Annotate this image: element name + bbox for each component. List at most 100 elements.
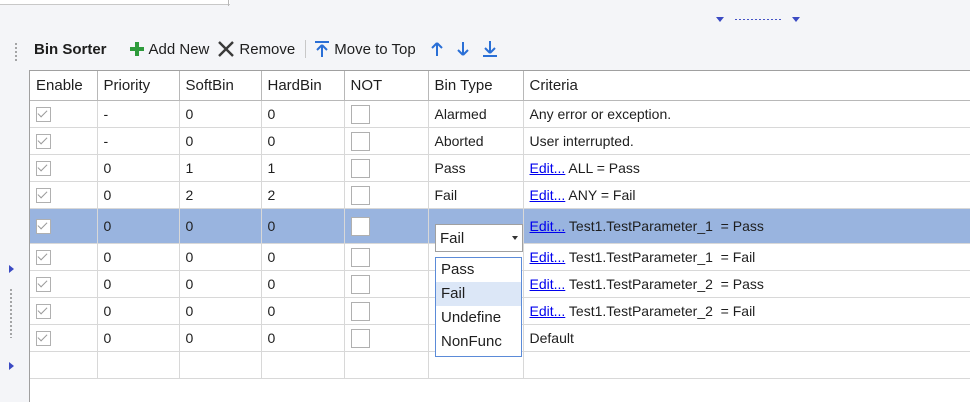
not-cell[interactable]	[344, 208, 429, 244]
hardbin-cell[interactable]: 2	[261, 181, 345, 209]
softbin-cell[interactable]: 0	[179, 208, 262, 244]
enable-cell[interactable]	[30, 181, 98, 209]
enable-cell[interactable]	[30, 100, 98, 128]
dropdown-option-undefine[interactable]: Undefine	[436, 306, 521, 330]
softbin-cell[interactable]: 0	[179, 100, 262, 128]
move-down-button[interactable]	[456, 41, 470, 57]
not-cell[interactable]	[344, 243, 429, 271]
not-checkbox[interactable]	[350, 104, 370, 124]
not-checkbox[interactable]	[350, 301, 370, 321]
priority-cell[interactable]: 0	[97, 208, 180, 244]
bintype-cell[interactable]: Aborted	[428, 127, 524, 155]
enable-checkbox[interactable]	[36, 188, 51, 204]
enable-checkbox[interactable]	[36, 219, 51, 235]
not-cell[interactable]	[344, 297, 429, 325]
dock-grip-icon[interactable]	[734, 17, 782, 21]
criteria-cell[interactable]: Edit... Test1.TestParameter_1 = Pass	[523, 208, 970, 244]
enable-cell[interactable]	[30, 270, 98, 298]
criteria-cell[interactable]: Edit... Test1.TestParameter_2 = Pass	[523, 270, 970, 298]
enable-cell[interactable]	[30, 324, 98, 352]
enable-checkbox[interactable]	[36, 277, 51, 293]
edit-link[interactable]: Edit...	[530, 187, 566, 203]
dropdown-option-pass[interactable]: Pass	[436, 258, 521, 282]
not-cell[interactable]	[344, 181, 429, 209]
softbin-cell[interactable]: 0	[179, 127, 262, 155]
chevron-down-icon[interactable]	[508, 236, 522, 240]
edit-link[interactable]: Edit...	[530, 218, 566, 234]
priority-cell[interactable]: 0	[97, 270, 180, 298]
criteria-cell[interactable]: Edit... ANY = Fail	[523, 181, 970, 209]
enable-cell[interactable]	[30, 243, 98, 271]
enable-checkbox[interactable]	[36, 134, 51, 150]
dropdown-option-fail[interactable]: Fail	[436, 282, 521, 306]
splitter-grip-icon[interactable]	[9, 288, 13, 338]
not-checkbox[interactable]	[350, 158, 370, 178]
not-cell[interactable]	[344, 154, 429, 182]
not-checkbox[interactable]	[350, 131, 370, 151]
hardbin-cell[interactable]: 1	[261, 154, 345, 182]
criteria-cell[interactable]: Default	[523, 324, 970, 352]
hardbin-cell[interactable]: 0	[261, 100, 345, 128]
add-new-button[interactable]: Add New	[129, 41, 209, 58]
move-up-button[interactable]	[430, 41, 444, 57]
priority-cell[interactable]: 0	[97, 243, 180, 271]
priority-cell[interactable]: 0	[97, 181, 180, 209]
dock-menu[interactable]	[716, 14, 800, 24]
enable-cell[interactable]	[30, 127, 98, 155]
not-cell[interactable]	[344, 270, 429, 298]
enable-cell[interactable]	[30, 208, 98, 244]
priority-cell[interactable]: 0	[97, 154, 180, 182]
hardbin-cell[interactable]: 0	[261, 324, 345, 352]
bin-type-combobox[interactable]: Fail	[435, 224, 523, 252]
softbin-cell[interactable]: 0	[179, 270, 262, 298]
softbin-cell[interactable]: 1	[179, 154, 262, 182]
enable-cell[interactable]	[30, 297, 98, 325]
bintype-cell[interactable]: Pass	[428, 154, 524, 182]
column-header-softbin[interactable]: SoftBin	[179, 71, 262, 101]
hardbin-cell[interactable]: 0	[261, 297, 345, 325]
table-row[interactable]: 0 1 1 Pass Edit... ALL = Pass	[30, 154, 970, 182]
softbin-cell[interactable]: 0	[179, 243, 262, 271]
enable-checkbox[interactable]	[36, 107, 51, 123]
toolbar-grip-icon[interactable]	[14, 42, 18, 62]
priority-cell[interactable]: -	[97, 100, 180, 128]
table-row[interactable]: -0 0 Aborted User interrupted.	[30, 127, 970, 155]
criteria-cell[interactable]: Edit... Test1.TestParameter_2 = Fail	[523, 297, 970, 325]
dropdown-option-nonfunc[interactable]: NonFunc	[436, 330, 521, 354]
not-checkbox[interactable]	[350, 185, 370, 205]
softbin-cell[interactable]: 0	[179, 324, 262, 352]
enable-checkbox[interactable]	[36, 304, 51, 320]
enable-checkbox[interactable]	[36, 250, 51, 266]
softbin-cell[interactable]: 0	[179, 297, 262, 325]
remove-button[interactable]: Remove	[217, 41, 295, 58]
edit-link[interactable]: Edit...	[530, 160, 566, 176]
not-cell[interactable]	[344, 324, 429, 352]
not-checkbox[interactable]	[350, 328, 370, 348]
enable-checkbox[interactable]	[36, 331, 51, 347]
dock-menu-icon[interactable]	[792, 16, 800, 22]
hardbin-cell[interactable]: 0	[261, 208, 345, 244]
edit-link[interactable]: Edit...	[530, 249, 566, 265]
priority-cell[interactable]: 0	[97, 297, 180, 325]
criteria-cell[interactable]: User interrupted.	[523, 127, 970, 155]
table-row[interactable]: 0 2 2 Fail Edit... ANY = Fail	[30, 181, 970, 209]
criteria-cell[interactable]: Edit... ALL = Pass	[523, 154, 970, 182]
column-header-priority[interactable]: Priority	[97, 71, 180, 101]
enable-checkbox[interactable]	[36, 161, 51, 177]
edit-link[interactable]: Edit...	[530, 303, 566, 319]
priority-cell[interactable]: -	[97, 127, 180, 155]
column-header-not[interactable]: NOT	[344, 71, 429, 101]
enable-cell[interactable]	[30, 154, 98, 182]
move-to-bottom-button[interactable]	[482, 40, 498, 58]
not-checkbox[interactable]	[350, 247, 370, 267]
edit-link[interactable]: Edit...	[530, 276, 566, 292]
column-header-criteria[interactable]: Criteria	[523, 71, 970, 101]
not-cell[interactable]	[344, 100, 429, 128]
column-header-enable[interactable]: Enable	[30, 71, 98, 101]
table-row[interactable]: -0 0 Alarmed Any error or exception.	[30, 100, 970, 128]
softbin-cell[interactable]: 2	[179, 181, 262, 209]
criteria-cell[interactable]: Edit... Test1.TestParameter_1 = Fail	[523, 243, 970, 271]
dock-down-icon[interactable]	[716, 16, 724, 22]
priority-cell[interactable]: 0	[97, 324, 180, 352]
hardbin-cell[interactable]: 0	[261, 270, 345, 298]
